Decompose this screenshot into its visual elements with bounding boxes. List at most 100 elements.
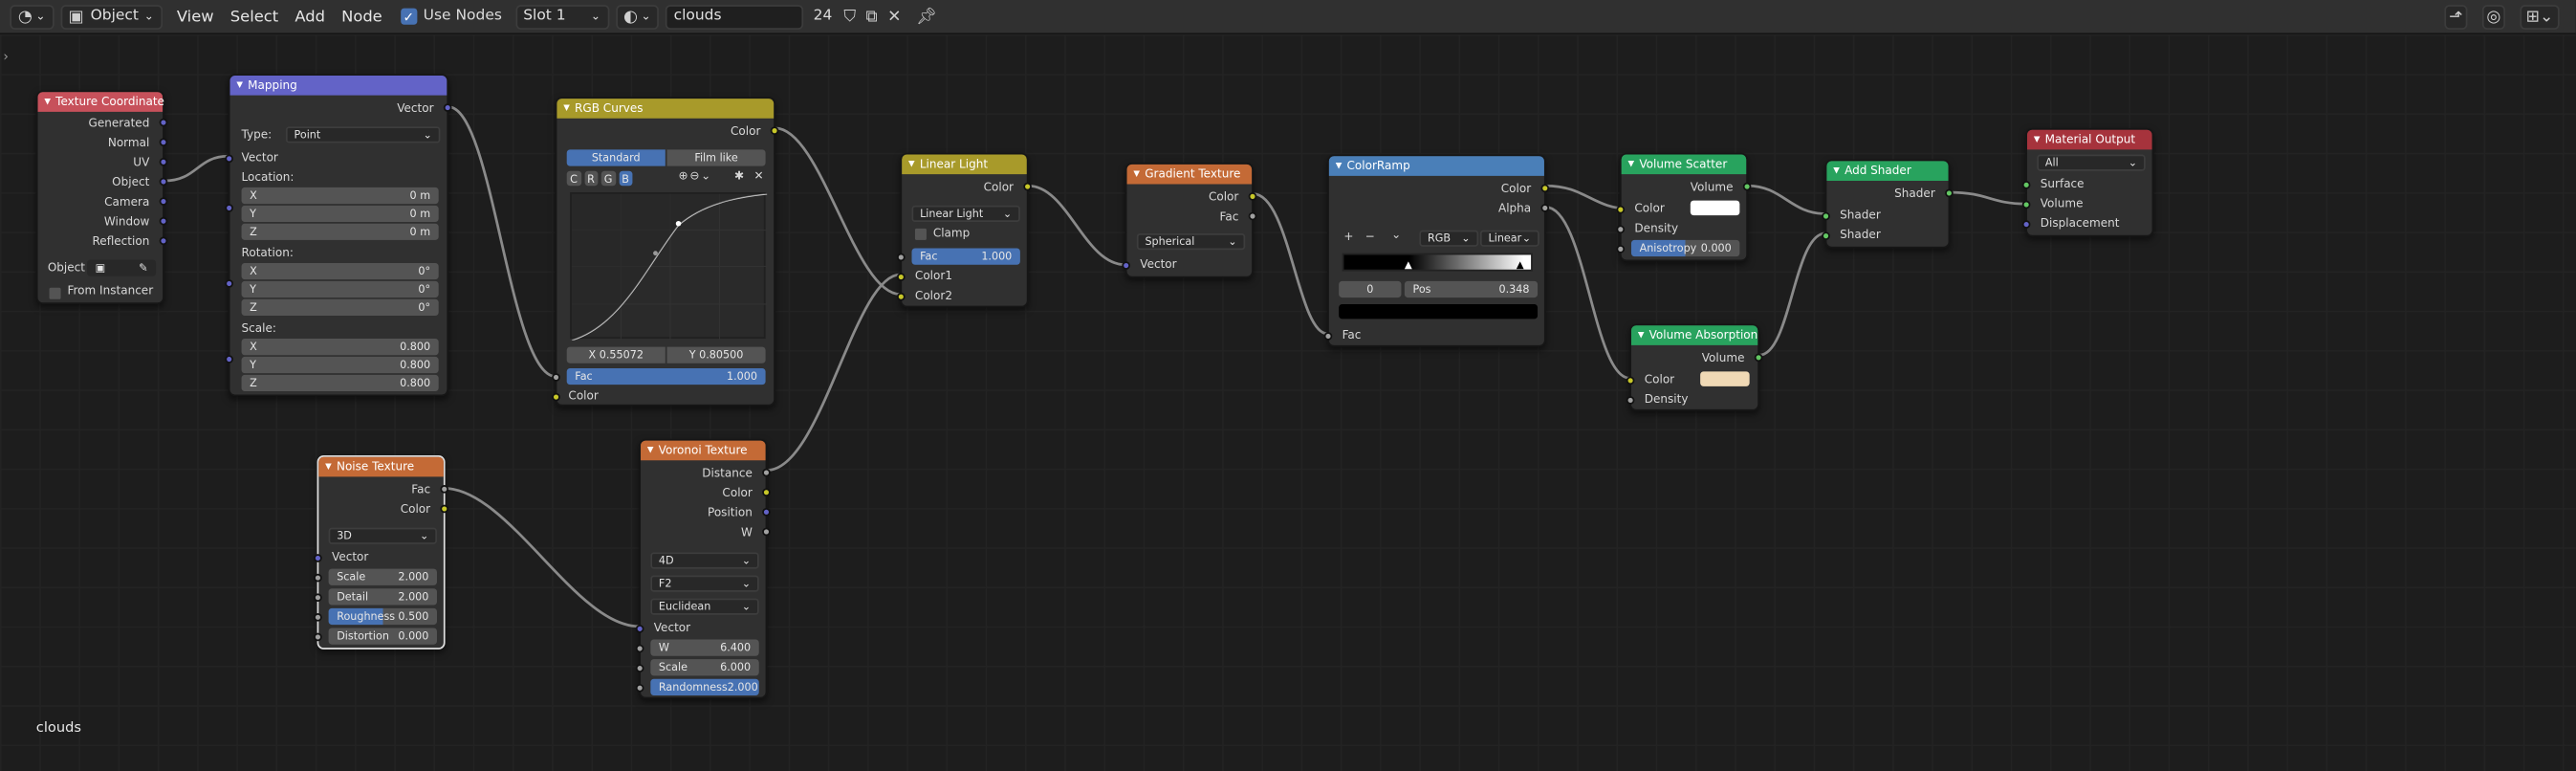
tab-standard[interactable]: Standard [566, 149, 666, 166]
scale-z-field[interactable]: Z 0.800 [241, 374, 439, 392]
overlays-icon[interactable]: ◎ [2481, 5, 2505, 30]
socket-displacement-in[interactable] [2021, 220, 2031, 229]
curve-graph[interactable] [570, 192, 768, 341]
node-header[interactable]: ▼ Linear Light [902, 154, 1027, 175]
curve-point[interactable] [653, 251, 658, 256]
socket-color2-in[interactable] [897, 292, 906, 301]
remove-stop-button[interactable]: − [1365, 231, 1375, 244]
color-mode-dropdown[interactable]: RGB ⌄ [1419, 230, 1479, 247]
use-nodes-toggle[interactable]: ✓ Use Nodes [400, 8, 502, 25]
socket-color-out[interactable] [762, 488, 771, 497]
node-volume-absorption[interactable]: ▼ Volume Absorption Volume Color Density [1626, 323, 1763, 411]
location-y-field[interactable]: Y0 m [241, 205, 439, 223]
distortion-field[interactable]: Distortion 0.000 [328, 628, 437, 645]
socket-scale-in[interactable] [225, 355, 233, 363]
type-dropdown[interactable]: Point ⌄ [285, 126, 441, 143]
feature-dropdown[interactable]: F2 ⌄ [650, 575, 759, 592]
socket-uv[interactable] [159, 157, 168, 166]
socket-shader-out[interactable] [1945, 188, 1954, 198]
ramp-stop-marker[interactable]: ▲ [1405, 260, 1412, 272]
socket-vector-in[interactable] [314, 554, 322, 562]
socket-object[interactable] [159, 177, 168, 187]
socket-volume-out[interactable] [1754, 353, 1763, 363]
stop-index-field[interactable]: 0 [1339, 280, 1402, 298]
stop-position-field[interactable]: Pos 0.348 [1404, 280, 1539, 298]
node-add-shader[interactable]: ▼ Add Shader Shader Shader Shader [1822, 159, 1954, 249]
duplicate-material-icon[interactable]: ⧉ [866, 8, 878, 26]
socket-fac-out[interactable] [1248, 211, 1257, 221]
fac-field[interactable]: Fac 1.000 [566, 367, 766, 386]
socket-volume-in[interactable] [2021, 200, 2031, 209]
unlink-close-icon[interactable]: ✕ [887, 8, 901, 26]
node-header[interactable]: ▼ Volume Scatter [1621, 154, 1747, 175]
socket-fac-out[interactable] [440, 484, 449, 494]
socket-distortion-in[interactable] [314, 632, 322, 642]
slot-dropdown[interactable]: Slot 1 ⌄ [514, 4, 609, 30]
socket-position-out[interactable] [762, 508, 771, 517]
node-header[interactable]: ▼ ColorRamp [1328, 156, 1544, 176]
node-colorramp[interactable]: ▼ ColorRamp Color Alpha + − ⌄ RGB ⌄ Linear… [1323, 154, 1550, 347]
scale-x-field[interactable]: X 0.800 [241, 339, 439, 356]
curve-x-field[interactable]: X 0.55072 [566, 346, 666, 363]
node-rgb-curves[interactable]: ▼ RGB Curves Color Standard Film like C R… [552, 97, 779, 407]
socket-shader-in-2[interactable] [1822, 231, 1830, 240]
user-count[interactable]: 24 [814, 9, 833, 25]
socket-generated[interactable] [159, 118, 168, 127]
dimensions-dropdown[interactable]: 3D ⌄ [328, 527, 437, 544]
node-header[interactable]: ▼ Material Output [2027, 129, 2152, 150]
node-header[interactable]: ▼ Volume Absorption [1630, 325, 1757, 345]
zoom-tools-icon[interactable]: ⊕⊖⌄ [679, 169, 712, 183]
rotation-z-field[interactable]: Z 0° [241, 298, 439, 316]
eyedropper-icon[interactable]: ✎ [139, 261, 147, 275]
node-mapping[interactable]: ▼ Mapping Vector Type: Point ⌄ Vector Loca… [225, 74, 452, 397]
socket-volume-out[interactable] [1742, 182, 1752, 191]
socket-normal[interactable] [159, 138, 168, 146]
socket-roughness-in[interactable] [314, 613, 322, 622]
node-voronoi-texture[interactable]: ▼ Voronoi Texture Distance Color Position… [635, 438, 771, 699]
distance-metric-dropdown[interactable]: Euclidean ⌄ [650, 598, 759, 615]
material-browse-button[interactable]: ◐ ⌄ [615, 4, 660, 30]
snapping-icon[interactable]: ⊞⌄ [2520, 5, 2560, 30]
node-texture-coordinate[interactable]: ▼ Texture Coordinate Generated Normal UV … [35, 90, 168, 304]
ramp-menu-button[interactable]: ⌄ [1391, 229, 1401, 242]
randomness-field[interactable]: Randomness 2.000 [650, 678, 759, 695]
socket-distance-out[interactable] [762, 468, 771, 477]
gradient-type-dropdown[interactable]: Spherical ⌄ [1136, 233, 1246, 251]
target-dropdown[interactable]: All ⌄ [2037, 154, 2146, 171]
node-linear-light[interactable]: ▼ Linear Light Color Linear Light ⌄ Clamp … [897, 152, 1032, 308]
detail-field[interactable]: Detail 2.000 [328, 588, 437, 606]
rotation-y-field[interactable]: Y 0° [241, 280, 439, 298]
node-noise-texture[interactable]: ▼ Noise Texture Fac Color 3D ⌄ Vector Scal… [314, 455, 449, 650]
socket-color-out[interactable] [1248, 192, 1257, 201]
socket-detail-in[interactable] [314, 593, 322, 603]
node-header[interactable]: ▼ RGB Curves [557, 99, 775, 119]
channel-r[interactable]: R [583, 170, 599, 187]
socket-surface-in[interactable] [2021, 181, 2031, 189]
blend-mode-dropdown[interactable]: Linear Light ⌄ [911, 205, 1020, 223]
socket-color-out[interactable] [440, 504, 449, 514]
menu-select[interactable]: Select [222, 8, 287, 26]
socket-color-in[interactable] [552, 392, 560, 402]
fac-field[interactable]: Fac 1.000 [911, 248, 1020, 265]
roughness-field[interactable]: Roughness 0.500 [328, 607, 437, 626]
socket-randomness-in[interactable] [635, 683, 644, 693]
curve-y-field[interactable]: Y 0.80500 [666, 346, 766, 363]
from-instancer-checkbox[interactable] [49, 287, 61, 299]
socket-vector-out[interactable] [443, 103, 452, 112]
editor-type-button[interactable]: ◔ ⌄ [10, 4, 55, 30]
pin-icon[interactable]: 📌︎ [916, 8, 937, 26]
socket-color-in[interactable] [1616, 205, 1626, 214]
socket-window[interactable] [159, 216, 168, 226]
node-material-output[interactable]: ▼ Material Output All ⌄ Surface Volume Dis… [2021, 128, 2154, 237]
socket-anisotropy-in[interactable] [1616, 245, 1626, 253]
menu-add[interactable]: Add [287, 8, 334, 26]
socket-w-in[interactable] [635, 644, 644, 653]
channel-c[interactable]: C [566, 170, 581, 187]
channel-g[interactable]: G [600, 170, 616, 187]
settings-icon[interactable]: ✱ [734, 169, 744, 183]
interpolation-dropdown[interactable]: Linear ⌄ [1479, 230, 1539, 247]
socket-fac-in[interactable] [1323, 332, 1333, 341]
material-name-field[interactable]: clouds [666, 4, 804, 30]
menu-node[interactable]: Node [334, 8, 391, 26]
socket-scale-in[interactable] [314, 573, 322, 583]
